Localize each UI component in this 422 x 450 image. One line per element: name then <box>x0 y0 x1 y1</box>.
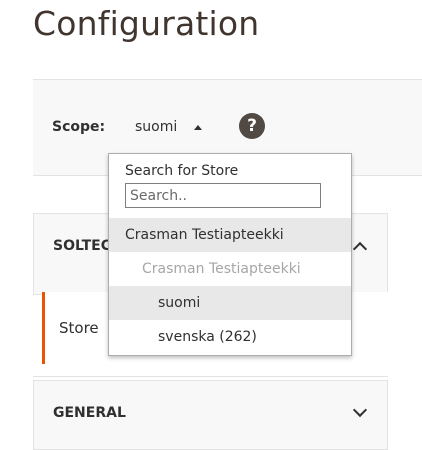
question-circle-icon[interactable]: ? <box>239 113 265 139</box>
scope-label: Scope: <box>52 119 106 135</box>
scope-dropdown-toggle[interactable]: suomi <box>135 119 177 135</box>
section-title-soltec: SOLTEC <box>53 238 111 254</box>
divider <box>33 376 388 377</box>
section-item-label: Store <box>59 319 99 337</box>
scope-dropdown-menu: Search for Store Crasman Testiapteekki C… <box>108 153 352 356</box>
store-search-label: Search for Store <box>125 163 239 179</box>
section-title-general: GENERAL <box>53 405 126 421</box>
dropdown-item-store: Crasman Testiapteekki <box>142 261 301 277</box>
store-search-input[interactable] <box>125 183 321 208</box>
chevron-up-icon[interactable] <box>352 241 368 257</box>
caret-up-icon[interactable] <box>194 125 202 130</box>
dropdown-item-website[interactable]: Crasman Testiapteekki <box>109 218 351 252</box>
dropdown-item-store-view[interactable]: svenska (262) <box>109 320 351 354</box>
section-general[interactable]: GENERAL <box>33 380 388 450</box>
page-title: Configuration <box>33 4 260 43</box>
chevron-down-icon[interactable] <box>352 402 368 418</box>
dropdown-item-store-view[interactable]: suomi <box>109 286 351 320</box>
